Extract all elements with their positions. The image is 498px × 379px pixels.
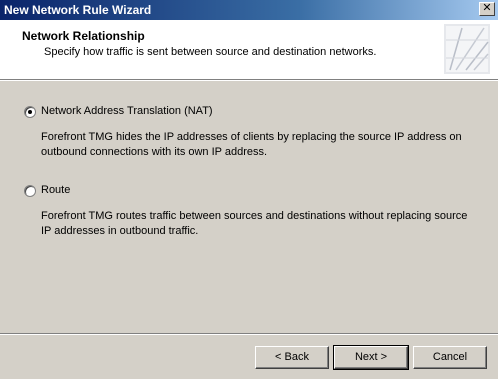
route-description: Forefront TMG routes traffic between sou… — [41, 209, 481, 239]
nat-description-line-1: Forefront TMG hides the IP addresses of … — [41, 131, 462, 143]
wizard-header: Network Relationship Specify how traffic… — [0, 20, 498, 81]
forefront-wizard-logo-icon — [444, 24, 490, 74]
page-title: Network Relationship — [22, 29, 145, 43]
route-radio[interactable] — [24, 185, 36, 197]
close-icon: ✕ — [482, 2, 492, 14]
title-bar: New Network Rule Wizard ✕ — [0, 0, 498, 20]
nat-description: Forefront TMG hides the IP addresses of … — [41, 130, 481, 160]
close-button[interactable]: ✕ — [479, 2, 495, 16]
button-separator — [0, 333, 498, 335]
route-description-line-2: IP addresses in outbound traffic. — [41, 225, 199, 237]
back-button[interactable]: < Back — [255, 346, 329, 369]
cancel-button[interactable]: Cancel — [413, 346, 487, 369]
route-label[interactable]: Route — [41, 184, 70, 196]
window-title: New Network Rule Wizard — [4, 3, 152, 17]
route-description-line-1: Forefront TMG routes traffic between sou… — [41, 210, 468, 222]
nat-label[interactable]: Network Address Translation (NAT) — [41, 105, 213, 117]
page-subtitle: Specify how traffic is sent between sour… — [44, 46, 377, 58]
nat-radio[interactable] — [24, 106, 36, 118]
next-button[interactable]: Next > — [333, 345, 409, 370]
nat-description-line-2: outbound connections with its own IP add… — [41, 146, 268, 158]
